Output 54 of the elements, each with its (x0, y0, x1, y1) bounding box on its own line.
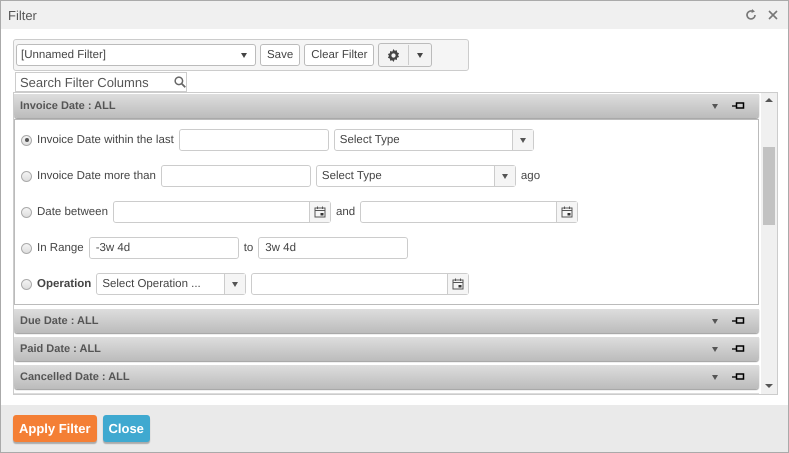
calendar-icon (314, 206, 326, 218)
date-input[interactable] (112, 201, 331, 223)
type-select[interactable]: Select Type (334, 129, 534, 151)
settings-button[interactable] (378, 43, 432, 67)
search-icon (174, 74, 186, 90)
section-header[interactable]: Due Date : ALL (14, 309, 759, 333)
option-label: Invoice Date within the last (37, 134, 174, 146)
section-header[interactable]: Paid Date : ALL (14, 337, 759, 361)
caret-icon (712, 104, 718, 108)
date-input[interactable] (360, 201, 578, 223)
pin-icon[interactable] (732, 373, 745, 381)
section-header[interactable]: Cancelled Date : ALL (14, 365, 759, 389)
text-input[interactable] (178, 129, 329, 151)
type-select[interactable]: Select Operation ... (96, 273, 246, 295)
connector-label: ago (520, 170, 540, 182)
option-label: Invoice Date more than (37, 170, 156, 182)
radio-button[interactable] (21, 170, 32, 182)
caret-icon (232, 282, 238, 286)
text-input[interactable] (160, 165, 311, 187)
caret-icon (241, 52, 247, 58)
type-select[interactable]: Select Type (316, 165, 516, 187)
scrollbar[interactable] (761, 93, 777, 394)
radio-button[interactable] (21, 206, 32, 218)
filter-select[interactable]: [Unnamed Filter] (16, 44, 256, 66)
calendar-icon (561, 206, 574, 218)
connector-label: and (336, 206, 356, 218)
caret-icon (502, 174, 508, 178)
date-input[interactable] (251, 273, 470, 295)
refresh-icon[interactable] (744, 8, 758, 22)
caret-icon (712, 374, 718, 380)
text-input[interactable]: 3w 4d (258, 237, 408, 259)
calendar-icon (452, 278, 464, 290)
window-title: Filter (8, 8, 38, 22)
radio-button[interactable] (21, 242, 32, 254)
pin-icon[interactable] (732, 102, 745, 110)
pin-icon[interactable] (732, 345, 745, 353)
toolbar-button[interactable]: Save (260, 44, 300, 66)
text-input[interactable]: -3w 4d (88, 237, 239, 259)
radio-button[interactable] (21, 134, 32, 146)
toolbar-button[interactable]: Clear Filter (304, 44, 374, 66)
close-icon[interactable] (768, 10, 778, 20)
section-header[interactable]: Invoice Date : ALL (14, 94, 759, 118)
radio-button[interactable] (21, 278, 32, 290)
caret-icon (712, 318, 718, 324)
caret-icon (520, 138, 526, 142)
caret-icon (417, 52, 424, 58)
connector-label: to (244, 242, 254, 254)
caret-icon (712, 346, 718, 352)
search-field[interactable]: Search Filter Columns (15, 72, 187, 92)
settings-icon (387, 48, 400, 62)
option-label: Date between (37, 206, 108, 218)
pin-icon[interactable] (732, 317, 745, 325)
option-label: Operation (37, 278, 92, 290)
option-label: In Range (37, 242, 84, 254)
